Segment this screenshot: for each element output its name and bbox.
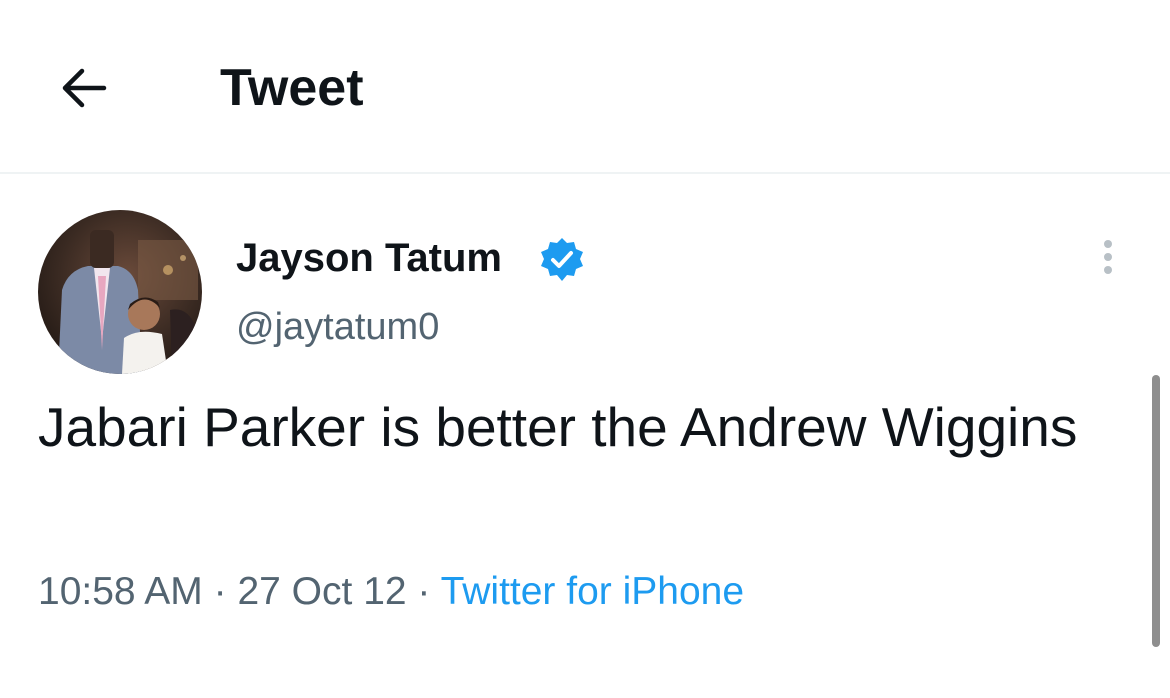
arrow-left-icon bbox=[60, 66, 108, 115]
more-vertical-icon-dot bbox=[1104, 266, 1112, 274]
scrollbar[interactable] bbox=[1152, 375, 1160, 647]
tweet-screen: Tweet Jayson Tatum @jaytatum0 Jabari Par… bbox=[0, 0, 1170, 698]
back-button[interactable] bbox=[52, 60, 116, 120]
more-vertical-icon-dot bbox=[1104, 253, 1112, 261]
tweet-source-link[interactable]: Twitter for iPhone bbox=[441, 570, 744, 613]
tweet-date[interactable]: 27 Oct 12 bbox=[237, 570, 406, 613]
tweet-text: Jabari Parker is better the Andrew Wiggi… bbox=[38, 396, 1078, 458]
meta-separator: · bbox=[417, 570, 431, 613]
verified-badge-icon bbox=[538, 236, 586, 284]
page-title: Tweet bbox=[220, 59, 364, 117]
tweet-time[interactable]: 10:58 AM bbox=[38, 570, 203, 613]
top-bar: Tweet bbox=[0, 0, 1170, 174]
more-vertical-icon-dot bbox=[1104, 240, 1112, 248]
tweet-metadata: 10:58 AM · 27 Oct 12 · Twitter for iPhon… bbox=[38, 570, 744, 614]
author-display-name[interactable]: Jayson Tatum bbox=[236, 236, 502, 281]
author-handle[interactable]: @jaytatum0 bbox=[236, 306, 439, 349]
avatar[interactable] bbox=[38, 210, 202, 374]
meta-separator: · bbox=[213, 570, 227, 613]
more-options-button[interactable] bbox=[1090, 232, 1126, 282]
